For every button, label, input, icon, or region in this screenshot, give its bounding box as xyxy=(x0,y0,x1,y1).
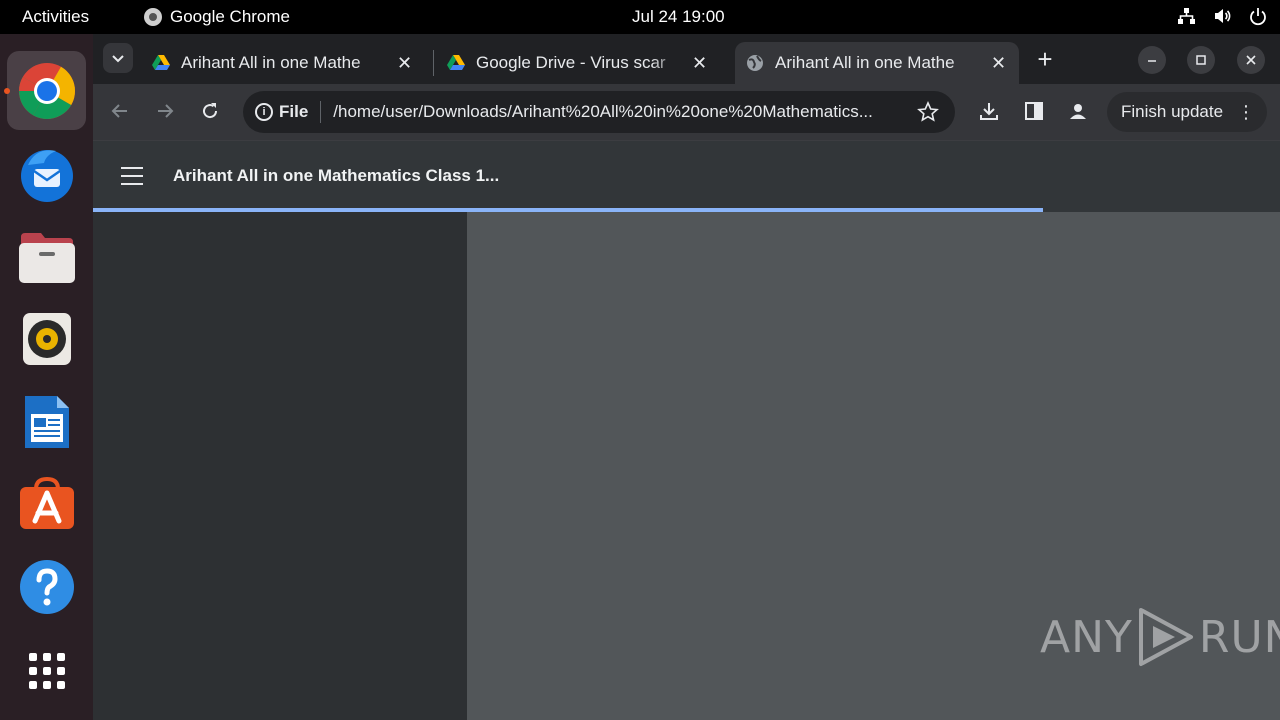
tab-title: Google Drive - Virus scar xyxy=(476,53,666,72)
forward-button[interactable] xyxy=(153,99,177,123)
back-button[interactable] xyxy=(108,99,132,123)
app-menu-label: Google Chrome xyxy=(170,7,291,26)
finish-update-button[interactable]: Finish update ⋮ xyxy=(1107,92,1267,132)
dock-app-center[interactable] xyxy=(7,464,86,543)
toolbar: i File /home/user/Downloads/Arihant%20Al… xyxy=(93,84,1280,141)
url-text[interactable]: /home/user/Downloads/Arihant%20All%20in%… xyxy=(333,102,911,122)
info-icon[interactable]: i xyxy=(255,103,273,121)
close-icon[interactable]: ✕ xyxy=(991,53,1006,74)
activities-button[interactable]: Activities xyxy=(22,7,89,27)
finish-update-label: Finish update xyxy=(1121,102,1224,121)
top-bar: Activities Google Chrome Jul 24 19:00 xyxy=(0,0,1280,34)
tab-1[interactable]: Arihant All in one Mathe ✕ xyxy=(151,42,431,84)
tab-title: Arihant All in one Mathe xyxy=(181,53,361,72)
star-icon[interactable] xyxy=(917,101,939,123)
new-tab-button[interactable]: + xyxy=(1031,46,1059,74)
minimize-button[interactable] xyxy=(1138,46,1166,74)
tab-3-active[interactable]: Arihant All in one Mathe ✕ xyxy=(735,42,1019,84)
profile-icon xyxy=(1070,104,1086,119)
download-icon xyxy=(980,103,998,120)
files-icon xyxy=(18,232,75,283)
dock-files[interactable] xyxy=(7,217,86,296)
address-bar[interactable]: i File /home/user/Downloads/Arihant%20Al… xyxy=(243,91,955,133)
app-menu[interactable]: Google Chrome xyxy=(144,7,290,27)
writer-icon xyxy=(24,395,69,448)
menu-icon[interactable] xyxy=(121,167,143,185)
downloads-button[interactable] xyxy=(977,99,1001,123)
more-vert-icon[interactable]: ⋮ xyxy=(1237,101,1255,123)
power-icon xyxy=(1250,8,1266,26)
minimize-icon xyxy=(1148,60,1156,62)
pdf-viewer-toolbar: Arihant All in one Mathematics Class 1..… xyxy=(93,141,1280,213)
dock xyxy=(0,34,93,720)
dock-rhythmbox[interactable] xyxy=(7,299,86,378)
google-drive-icon xyxy=(152,55,170,70)
close-icon xyxy=(1246,55,1256,65)
dock-chrome[interactable] xyxy=(7,51,86,130)
chrome-small-icon xyxy=(144,8,162,26)
show-apps-icon xyxy=(28,652,65,689)
profile-button[interactable] xyxy=(1066,99,1090,123)
anyrun-watermark: ANY RUN xyxy=(1040,606,1280,668)
watermark-left-text: ANY xyxy=(1040,611,1133,663)
rhythmbox-icon xyxy=(22,312,71,365)
dock-thunderbird[interactable] xyxy=(7,134,86,213)
tab-strip: Arihant All in one Mathe ✕ Google Drive … xyxy=(93,34,1280,84)
url-scheme: File xyxy=(279,102,309,121)
help-icon xyxy=(19,559,74,614)
dock-show-apps[interactable] xyxy=(7,631,86,710)
tab-separator xyxy=(433,50,434,76)
close-window-button[interactable] xyxy=(1237,46,1265,74)
back-arrow-icon xyxy=(111,104,127,118)
pdf-sidebar[interactable] xyxy=(93,212,467,720)
side-panel-icon xyxy=(1025,102,1043,120)
volume-icon xyxy=(1215,9,1231,23)
reload-button[interactable] xyxy=(198,99,222,123)
clock[interactable]: Jul 24 19:00 xyxy=(632,7,725,27)
thunderbird-icon xyxy=(20,149,73,202)
network-icon xyxy=(1178,8,1195,24)
watermark-right-text: RUN xyxy=(1198,611,1280,663)
tab-2[interactable]: Google Drive - Virus scar ✕ xyxy=(446,42,726,84)
omnibox-separator xyxy=(320,101,322,123)
chrome-icon xyxy=(18,62,75,119)
google-drive-icon xyxy=(447,55,465,70)
side-panel-button[interactable] xyxy=(1022,99,1046,123)
reload-icon xyxy=(203,103,218,119)
maximize-button[interactable] xyxy=(1187,46,1215,74)
close-icon[interactable]: ✕ xyxy=(692,53,707,74)
chevron-down-icon xyxy=(112,55,124,63)
system-tray[interactable] xyxy=(1176,6,1268,26)
tab-search-button[interactable] xyxy=(103,43,133,73)
dock-writer[interactable] xyxy=(7,382,86,461)
forward-arrow-icon xyxy=(158,104,174,118)
close-icon[interactable]: ✕ xyxy=(397,53,412,74)
running-indicator xyxy=(4,88,10,94)
dock-help[interactable] xyxy=(7,547,86,626)
play-logo-icon xyxy=(1138,608,1193,666)
pdf-title: Arihant All in one Mathematics Class 1..… xyxy=(173,166,500,185)
maximize-icon xyxy=(1196,55,1206,65)
tab-title: Arihant All in one Mathe xyxy=(775,53,955,72)
app-center-icon xyxy=(19,476,74,529)
globe-icon xyxy=(747,55,763,71)
